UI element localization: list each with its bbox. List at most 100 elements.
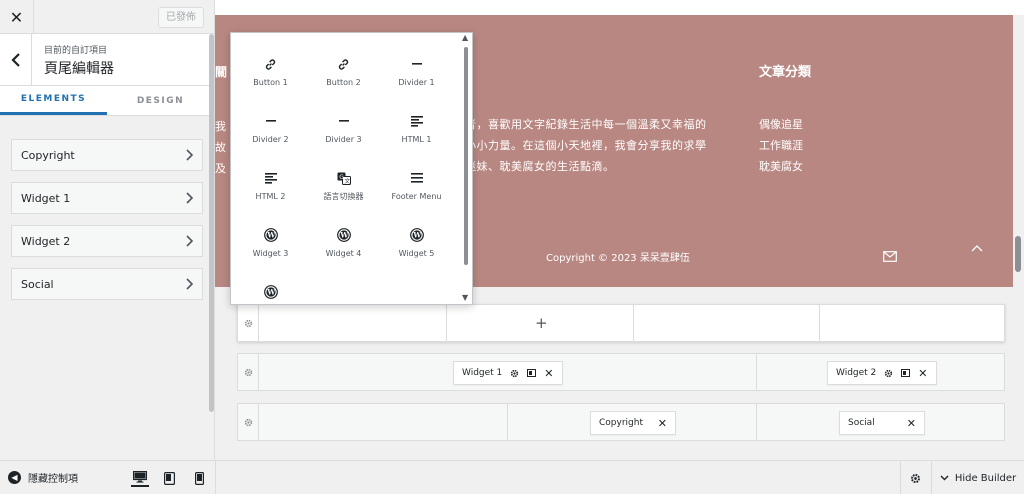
svg-text:W: W (339, 231, 348, 240)
chip-edit-widget-button[interactable] (527, 369, 537, 377)
divider-icon (338, 120, 349, 122)
add-footer-menu[interactable]: Footer Menu (380, 170, 453, 227)
add-widget-5[interactable]: W Widget 5 (380, 227, 453, 284)
add-item-label: Widget 4 (325, 249, 362, 258)
chip-remove-button[interactable]: ✕ (544, 367, 553, 380)
tab-elements[interactable]: ELEMENTS (0, 86, 107, 115)
builder-settings-button[interactable] (900, 461, 930, 494)
mail-icon[interactable] (883, 251, 897, 262)
add-item-label: HTML 2 (255, 192, 286, 201)
svg-text:文: 文 (344, 177, 350, 185)
about-text-line: 小小力量。在這個小天地裡，我會分享我的求學 (465, 139, 707, 152)
add-divider-3[interactable]: Divider 3 (307, 113, 380, 170)
page-title: 頁尾編輯器 (44, 61, 114, 77)
builder-column[interactable] (259, 404, 508, 440)
chip-settings-button[interactable] (510, 369, 519, 378)
builder-row-main: Widget 1 ✕ Widget 2 ✕ (237, 353, 1005, 391)
published-button[interactable]: 已發佈 (158, 7, 204, 28)
builder-row-bottom: Copyright ✕ Social ✕ (237, 403, 1005, 441)
back-button[interactable] (0, 34, 32, 86)
category-link[interactable]: 偶像追星 (759, 114, 803, 135)
chip-label: Widget 2 (836, 368, 877, 378)
row-settings-button[interactable] (238, 305, 259, 341)
panel-item-label: Copyright (21, 148, 75, 162)
row-settings-button[interactable] (238, 404, 259, 440)
translate-icon: G文 (337, 172, 351, 185)
chevron-right-icon (186, 278, 193, 290)
wordpress-icon: W (263, 285, 278, 299)
add-item-button-1[interactable]: Button 1 (234, 56, 307, 113)
panel-item-widget-1[interactable]: Widget 1 (11, 182, 203, 214)
builder-chip-copyright[interactable]: Copyright ✕ (590, 411, 676, 435)
gear-icon (910, 473, 921, 483)
panel-scrollbar[interactable] (209, 34, 214, 412)
popup-scrollbar[interactable] (464, 47, 468, 265)
html-icon (410, 115, 423, 127)
builder-column[interactable] (259, 305, 447, 341)
close-customizer-button[interactable]: ✕ (0, 0, 34, 34)
chip-label: Social (848, 418, 875, 428)
chip-edit-widget-button[interactable] (901, 369, 911, 377)
preview-desktop-button[interactable] (131, 469, 149, 487)
hide-builder-button[interactable]: Hide Builder (931, 461, 1024, 494)
builder-column[interactable] (634, 305, 820, 341)
breadcrumb: 目前的自訂項目 (44, 46, 108, 56)
category-link[interactable]: 耽美腐女 (759, 156, 803, 177)
builder-chip-widget-1[interactable]: Widget 1 ✕ (453, 361, 563, 385)
add-divider-1[interactable]: Divider 1 (380, 56, 453, 113)
customizer-panel: ✕ 已發佈 目前的自訂項目 頁尾編輯器 ELEMENTS DESIGN Copy… (0, 0, 215, 460)
chip-remove-button[interactable]: ✕ (907, 417, 916, 430)
chevron-left-icon (10, 53, 20, 67)
add-divider-2[interactable]: Divider 2 (234, 113, 307, 170)
category-list: 偶像追星 工作職涯 耽美腐女 (759, 114, 803, 177)
copyright-text: Copyright © 2023 呆呆壹肆伍 (546, 253, 690, 264)
builder-chip-social[interactable]: Social ✕ (839, 411, 925, 435)
chevron-right-icon (186, 149, 193, 161)
panel-item-label: Widget 1 (21, 191, 71, 205)
chevron-up-icon[interactable] (971, 244, 983, 252)
menu-icon (410, 173, 423, 183)
hide-builder-label: Hide Builder (954, 472, 1017, 484)
about-text: 者，喜歡用文字紀錄生活中每一個溫柔又幸福的 小小力量。在這個小天地裡，我會分享我… (465, 114, 725, 177)
panel-item-widget-2[interactable]: Widget 2 (11, 225, 203, 257)
add-item-label: 語言切換器 (323, 192, 364, 201)
row-settings-button[interactable] (238, 354, 259, 390)
add-item-label: Button 2 (326, 78, 361, 87)
tab-design[interactable]: DESIGN (107, 86, 214, 115)
wordpress-icon: W (409, 228, 424, 242)
category-link[interactable]: 工作職涯 (759, 135, 803, 156)
add-item-grid: Button 1 Button 2 Divider 1 Divider 2 Di… (231, 33, 461, 304)
popup-scroll-down-icon[interactable]: ▼ (462, 293, 468, 302)
chip-remove-button[interactable]: ✕ (918, 367, 927, 380)
svg-text:W: W (266, 288, 275, 297)
chevron-down-icon (940, 475, 949, 481)
about-text-line: 我 (215, 120, 226, 133)
builder-chip-widget-2[interactable]: Widget 2 ✕ (827, 361, 937, 385)
add-widget-6[interactable]: W (234, 284, 307, 304)
add-item-label: Divider 3 (325, 135, 362, 144)
add-item-button-2[interactable]: Button 2 (307, 56, 380, 113)
add-item-label: Divider 1 (398, 78, 435, 87)
add-widget-3[interactable]: W Widget 3 (234, 227, 307, 284)
add-html-2[interactable]: HTML 2 (234, 170, 307, 227)
panel-item-social[interactable]: Social (11, 268, 203, 300)
desktop-icon (133, 471, 147, 483)
preview-scrollbar[interactable] (1015, 236, 1021, 272)
divider-icon (265, 120, 276, 122)
gear-icon (885, 369, 893, 377)
about-heading-fragment: 關 (215, 65, 228, 79)
add-item-button[interactable]: + (535, 314, 548, 332)
about-text-line: 故 (215, 141, 226, 154)
add-html-1[interactable]: HTML 1 (380, 113, 453, 170)
preview-tablet-button[interactable] (160, 469, 178, 487)
add-widget-4[interactable]: W Widget 4 (307, 227, 380, 284)
widget-icon (527, 369, 537, 377)
link-icon (265, 58, 276, 70)
panel-item-copyright[interactable]: Copyright (11, 139, 203, 171)
chip-settings-button[interactable] (884, 369, 893, 378)
popup-scroll-up-icon[interactable]: ▲ (462, 33, 468, 42)
preview-mobile-button[interactable] (190, 469, 208, 487)
hide-controls-button[interactable]: ◀ 隱藏控制項 (8, 470, 78, 485)
add-language-switcher[interactable]: G文 語言切換器 (307, 170, 380, 227)
chip-remove-button[interactable]: ✕ (658, 417, 667, 430)
